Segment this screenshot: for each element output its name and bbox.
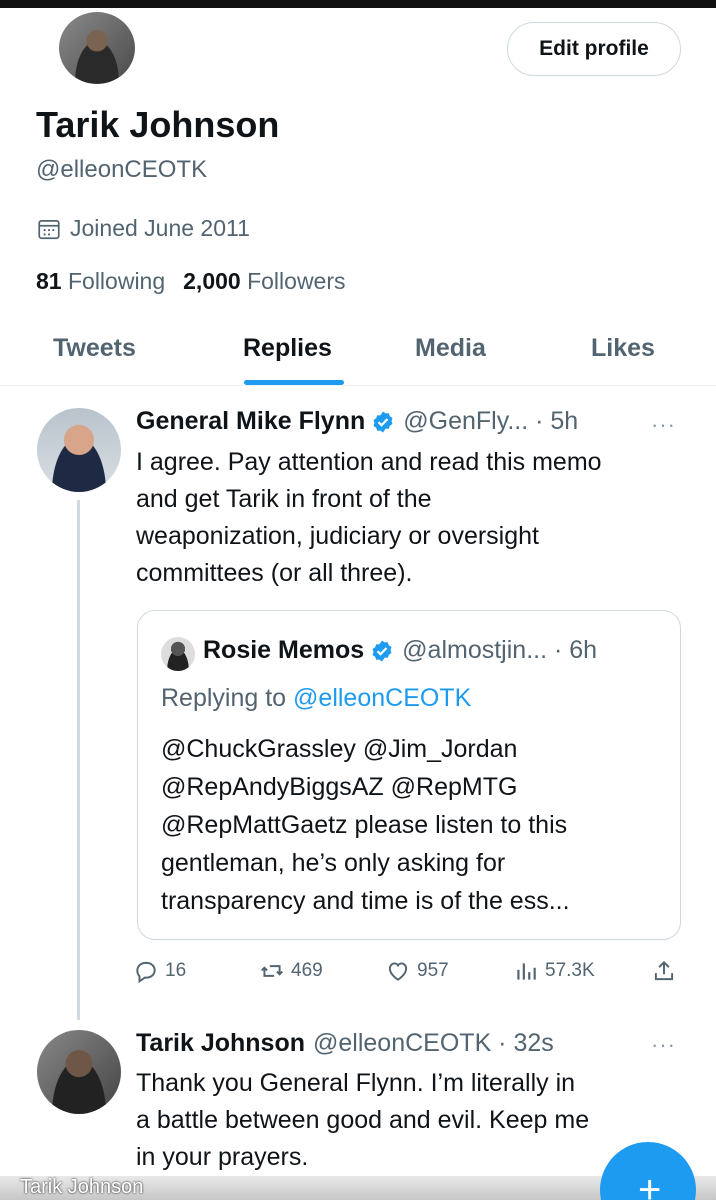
tweet-actions: 16 469 957 57.3K — [133, 958, 693, 988]
quote-text-line: @ChuckGrassley @Jim_Jordan — [161, 735, 518, 763]
avatar — [161, 637, 195, 671]
share-button[interactable] — [651, 958, 677, 984]
joined-label: Joined June 2011 — [70, 215, 250, 241]
like-count: 957 — [417, 960, 449, 981]
quote-header: Rosie Memos @almostjin... · 6h — [203, 636, 597, 665]
tweet-text-line: weaponization, judiciary or oversight — [136, 522, 539, 550]
replying-to: Replying to @elleonCEOTK — [161, 684, 471, 713]
calendar-icon — [38, 219, 60, 239]
replying-handle[interactable]: @elleonCEOTK — [293, 684, 471, 712]
profile-avatar[interactable] — [57, 10, 137, 86]
views-button[interactable]: 57.3K — [513, 958, 595, 984]
retweet-count: 469 — [291, 960, 323, 981]
active-tab-indicator — [244, 380, 344, 385]
reply-icon — [136, 961, 156, 984]
reply-count: 16 — [165, 960, 187, 981]
more-icon[interactable]: ··· — [651, 412, 676, 438]
tweet-text-line: in your prayers. — [136, 1143, 309, 1171]
tweet-text: I agree. Pay attention and read this mem… — [136, 444, 602, 592]
followers-link[interactable]: 2,000 Followers — [183, 268, 345, 295]
follow-stats: 81 Following 2,000 Followers — [36, 268, 346, 295]
tweet-text: Thank you General Flynn. I’m literally i… — [136, 1065, 589, 1176]
like-button[interactable]: 957 — [385, 958, 449, 984]
tweet-text-line: committees (or all three). — [136, 559, 413, 587]
tab-likes[interactable]: Likes — [591, 334, 655, 363]
tab-media[interactable]: Media — [415, 334, 486, 363]
heart-icon — [388, 962, 408, 981]
tweet-text-line: Thank you General Flynn. I’m literally i… — [136, 1069, 576, 1097]
top-bar — [0, 0, 716, 8]
author-meta: @elleonCEOTK · 32s — [313, 1029, 554, 1057]
views-count: 57.3K — [545, 960, 595, 981]
author-name[interactable]: Tarik Johnson — [136, 1029, 305, 1058]
avatar[interactable] — [37, 408, 121, 492]
replying-prefix: Replying to — [161, 684, 294, 712]
compose-tweet-button[interactable]: + — [600, 1142, 696, 1200]
tweet-text-line: and get Tarik in front of the — [136, 485, 432, 513]
tab-replies[interactable]: Replies — [243, 334, 332, 363]
thread-connector — [77, 500, 80, 1020]
quote-author-meta: @almostjin... · 6h — [402, 636, 598, 664]
verified-badge-icon — [373, 411, 393, 432]
tab-tweets[interactable]: Tweets — [53, 334, 136, 363]
followers-count: 2,000 — [183, 268, 241, 294]
tweet-text-line: I agree. Pay attention and read this mem… — [136, 448, 602, 476]
author-meta: @GenFly... · 5h — [403, 407, 579, 435]
views-icon — [517, 963, 536, 980]
quote-text-line: gentleman, he’s only asking for — [161, 849, 506, 877]
verified-badge-icon — [372, 640, 392, 661]
quote-text-line: @RepAndyBiggsAZ @RepMTG — [161, 773, 518, 801]
profile-tabs: Tweets Replies Media Likes — [0, 322, 716, 386]
more-icon[interactable]: ··· — [651, 1032, 676, 1058]
tweet-text-line: a battle between good and evil. Keep me — [136, 1106, 590, 1134]
author-name[interactable]: General Mike Flynn — [136, 407, 365, 436]
plus-icon: + — [638, 1168, 662, 1200]
retweet-icon — [261, 965, 283, 977]
edit-profile-button[interactable]: Edit profile — [507, 22, 681, 76]
profile-name: Tarik Johnson — [36, 104, 280, 145]
quote-text: @ChuckGrassley @Jim_Jordan @RepAndyBiggs… — [161, 730, 671, 920]
tweet-header: Tarik Johnson @elleonCEOTK · 32s — [136, 1029, 554, 1058]
quote-author-name: Rosie Memos — [203, 636, 365, 664]
avatar[interactable] — [37, 1030, 121, 1114]
retweet-button[interactable]: 469 — [259, 958, 323, 984]
profile-handle: @elleonCEOTK — [36, 156, 208, 183]
following-link[interactable]: 81 Following — [36, 268, 165, 295]
joined-date: Joined June 2011 — [36, 215, 250, 242]
quote-text-line: transparency and time is of the ess... — [161, 887, 570, 915]
following-count: 81 — [36, 268, 62, 294]
share-icon — [654, 960, 674, 981]
tweet-header: General Mike Flynn @GenFly... · 5h — [136, 407, 578, 436]
following-label: Following — [67, 268, 166, 294]
quote-text-line: @RepMattGaetz please listen to this — [161, 811, 568, 839]
watermark: Tarik Johnson — [20, 1176, 144, 1198]
reply-button[interactable]: 16 — [133, 958, 186, 984]
followers-label: Followers — [247, 268, 346, 294]
